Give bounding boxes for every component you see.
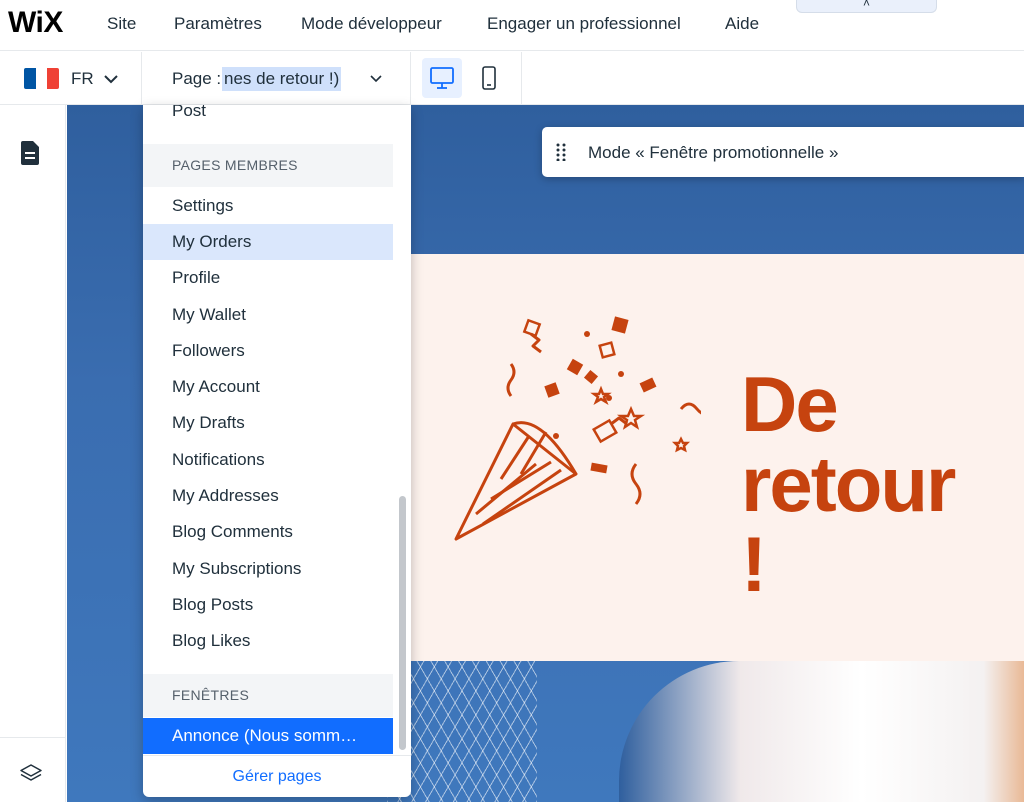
top-menu-bar: WiX Site Paramètres Mode développeur Eng… [0, 0, 1024, 51]
manage-pages-link[interactable]: Gérer pages [143, 755, 411, 797]
chevron-up-icon: ˄ [862, 0, 870, 10]
headline-line: retour [741, 440, 956, 528]
page-item-followers[interactable]: Followers [143, 333, 393, 369]
france-flag-icon [24, 68, 59, 89]
left-rail [0, 105, 66, 802]
page-prefix-label: Page : [172, 69, 222, 88]
menu-mode-developpeur[interactable]: Mode développeur [301, 14, 442, 34]
page-item-notifications[interactable]: Notifications [143, 442, 393, 478]
menu-site[interactable]: Site [107, 14, 136, 34]
collapse-toolbar-button[interactable]: ˄ [796, 0, 937, 13]
desktop-view-button[interactable] [422, 58, 462, 98]
page-item-my-subscriptions[interactable]: My Subscriptions [143, 551, 393, 587]
tennis-player-image [619, 661, 1024, 802]
pages-dropdown: Post PAGES MEMBRES Settings My Orders Pr… [143, 105, 411, 797]
page-item-my-addresses[interactable]: My Addresses [143, 478, 393, 514]
mobile-icon [482, 66, 496, 90]
page-item-my-wallet[interactable]: My Wallet [143, 297, 393, 333]
dropdown-scrollbar-thumb[interactable] [399, 496, 406, 750]
page-item-blog-posts[interactable]: Blog Posts [143, 587, 393, 623]
layers-icon[interactable] [19, 762, 43, 786]
page-item-post[interactable]: Post [143, 105, 393, 129]
popup-mode-bar[interactable]: Mode « Fenêtre promotionnelle » [542, 127, 1024, 177]
menu-engager-professionnel[interactable]: Engager un professionnel [487, 14, 681, 34]
chevron-down-icon [104, 75, 118, 84]
page-name-label: nes de retour !) [222, 67, 342, 91]
page-item-profile[interactable]: Profile [143, 260, 393, 296]
page-item-blog-comments[interactable]: Blog Comments [143, 514, 393, 550]
drag-handle-icon[interactable] [556, 143, 566, 161]
promo-popup[interactable]: De retour ! [411, 254, 1024, 661]
page-item-blog-likes[interactable]: Blog Likes [143, 623, 393, 659]
page-selector[interactable]: Page : nes de retour !) [143, 52, 411, 105]
page-item-settings[interactable]: Settings [143, 188, 393, 224]
rail-bottom-section [0, 737, 66, 802]
pages-icon[interactable] [19, 140, 41, 166]
page-item-my-drafts[interactable]: My Drafts [143, 405, 393, 441]
chevron-down-icon [370, 75, 382, 83]
mobile-view-button[interactable] [472, 58, 506, 98]
page-item-my-account[interactable]: My Account [143, 369, 393, 405]
page-item-annonce[interactable]: Annonce (Nous somm… [143, 718, 393, 754]
page-item-my-orders[interactable]: My Orders [143, 224, 393, 260]
toolbar-divider [521, 52, 522, 105]
headline-line: ! [741, 520, 767, 608]
menu-aide[interactable]: Aide [725, 14, 759, 34]
section-header-membres: PAGES MEMBRES [143, 144, 393, 187]
editor-toolbar: FR Page : nes de retour !) [0, 52, 1024, 105]
mode-label: Mode « Fenêtre promotionnelle » [588, 143, 839, 162]
language-code: FR [71, 69, 94, 88]
menu-parametres[interactable]: Paramètres [174, 14, 262, 34]
promo-headline: De retour ! [741, 364, 1024, 604]
section-header-fenetres: FENÊTRES [143, 674, 393, 717]
wix-logo[interactable]: WiX [8, 6, 63, 40]
language-selector[interactable]: FR [0, 52, 142, 105]
party-popper-illustration [454, 316, 701, 541]
desktop-icon [430, 67, 454, 89]
headline-line: De [741, 360, 839, 448]
